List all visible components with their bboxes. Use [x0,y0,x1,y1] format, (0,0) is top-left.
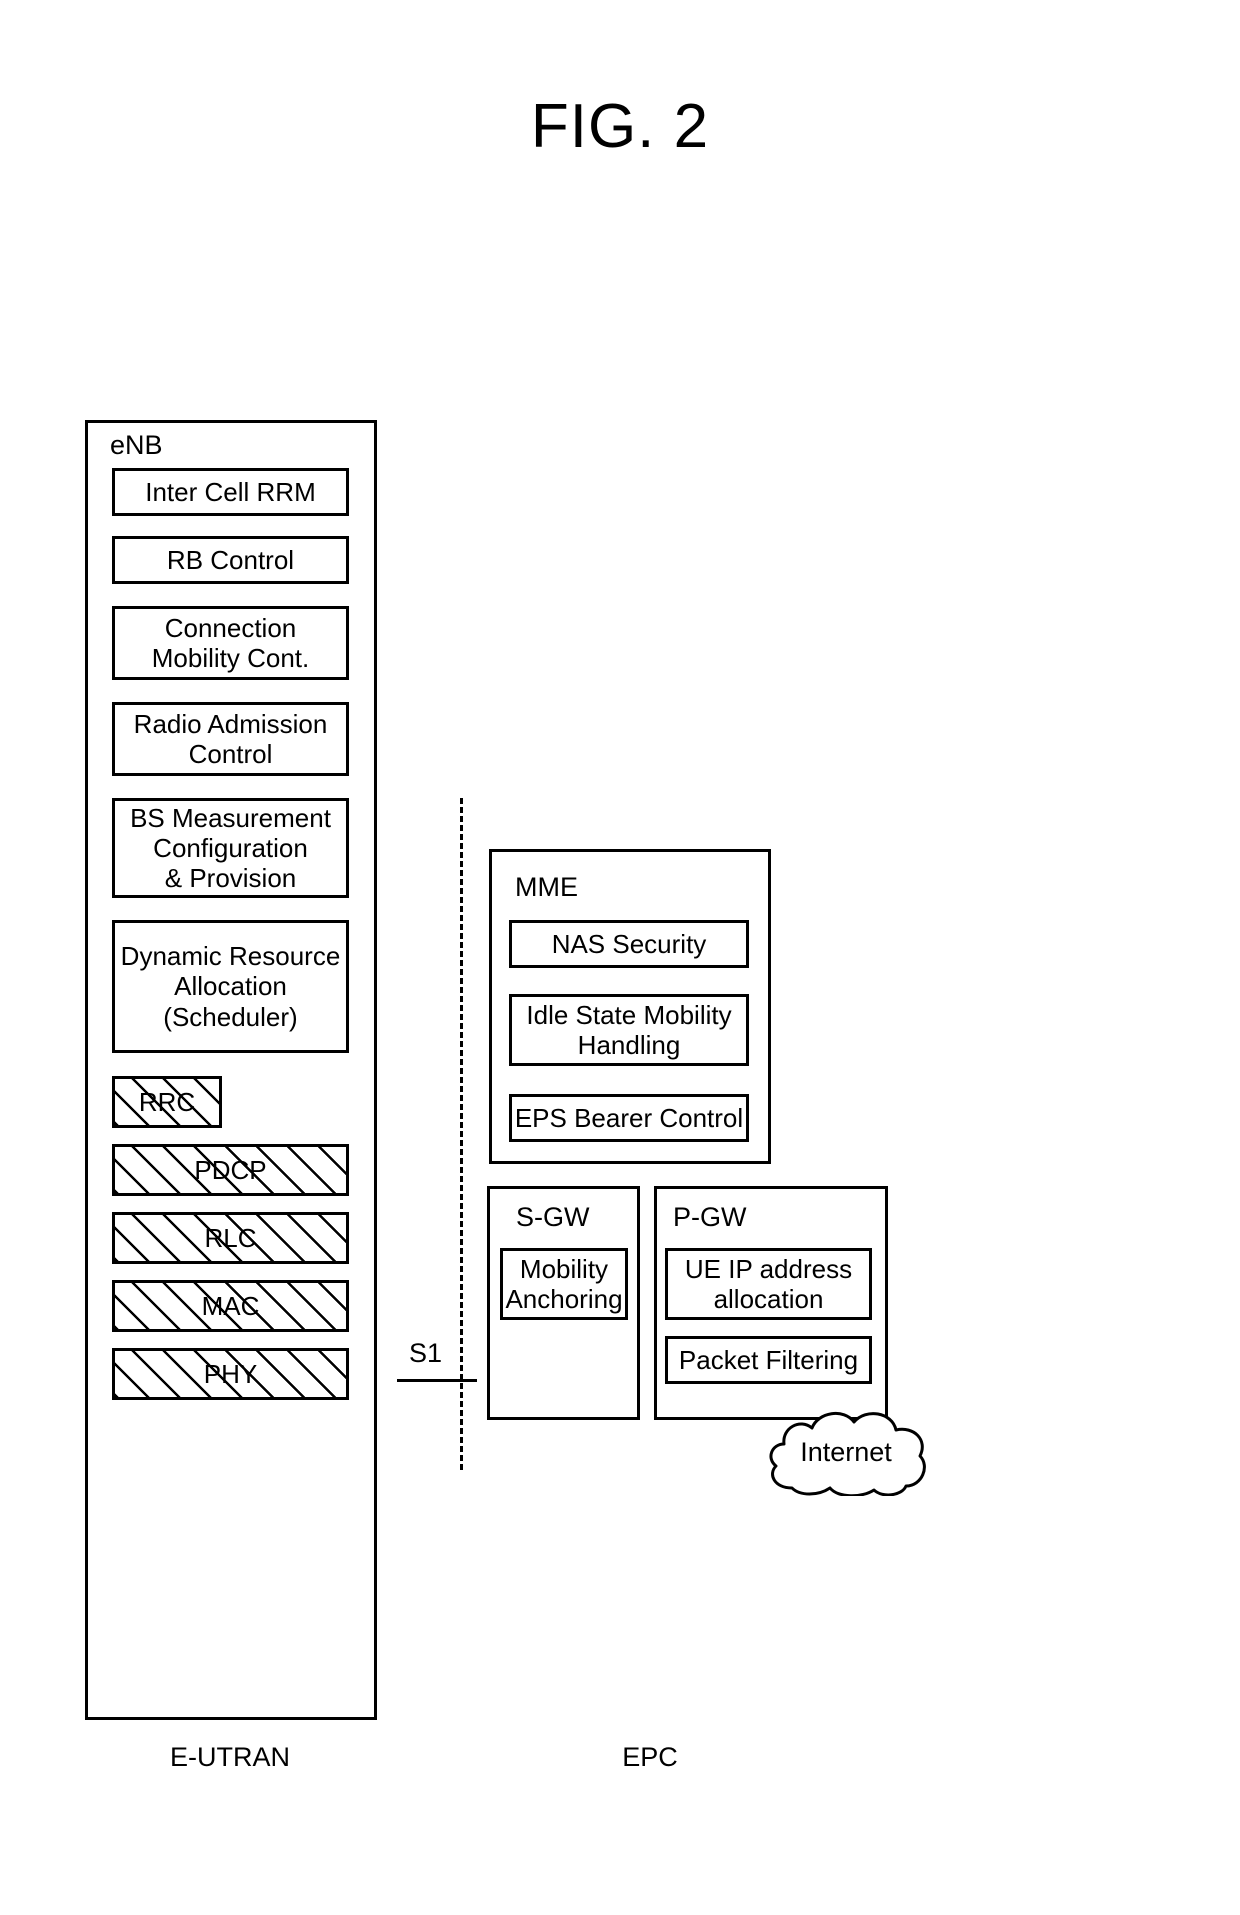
figure-title: FIG. 2 [530,92,710,161]
enb-layer-phy-label: PHY [203,1359,258,1389]
enb-layer-phy: PHY [112,1348,349,1400]
enb-block-dynamic-resource-allocation-scheduler: Dynamic Resource Allocation (Scheduler) [112,920,349,1053]
enb-label: eNB [110,430,163,460]
internet-cloud: Internet [762,1404,930,1496]
enb-layer-rlc-label: RLC [204,1223,257,1253]
enb-block-bs-measurement-configuration-provision: BS Measurement Configuration & Provision [112,798,349,898]
sgw-block-mobility-anchoring: Mobility Anchoring [500,1248,628,1320]
enb-layer-mac: MAC [112,1280,349,1332]
mme-block-nas-security: NAS Security [509,920,749,968]
caption-epc: EPC [622,1742,678,1772]
enb-layer-pdcp-label: PDCP [194,1155,267,1185]
pgw-block-ue-ip-address-allocation: UE IP address allocation [665,1248,872,1320]
s1-interface-line [397,1379,477,1382]
mme-block-eps-bearer-control: EPS Bearer Control [509,1094,749,1142]
mme-label: MME [515,872,578,902]
enb-block-rb-control: RB Control [112,536,349,584]
enb-layer-rrc-label: RRC [138,1087,196,1117]
eutran-epc-divider [460,798,463,1470]
enb-layer-rlc: RLC [112,1212,349,1264]
enb-layer-mac-label: MAC [201,1291,260,1321]
pgw-label: P-GW [673,1202,747,1232]
pgw-block-packet-filtering: Packet Filtering [665,1336,872,1384]
enb-block-connection-mobility-cont: Connection Mobility Cont. [112,606,349,680]
patent-figure: FIG. 2 eNB Inter Cell RRM RB Control Con… [0,0,1240,1915]
caption-e-utran: E-UTRAN [170,1742,290,1772]
s1-interface-label: S1 [409,1338,443,1368]
mme-block-idle-state-mobility-handling: Idle State Mobility Handling [509,994,749,1066]
enb-block-inter-cell-rrm: Inter Cell RRM [112,468,349,516]
cloud-icon [769,1412,926,1496]
enb-layer-pdcp: PDCP [112,1144,349,1196]
enb-block-radio-admission-control: Radio Admission Control [112,702,349,776]
enb-layer-rrc: RRC [112,1076,222,1128]
sgw-label: S-GW [516,1202,590,1232]
